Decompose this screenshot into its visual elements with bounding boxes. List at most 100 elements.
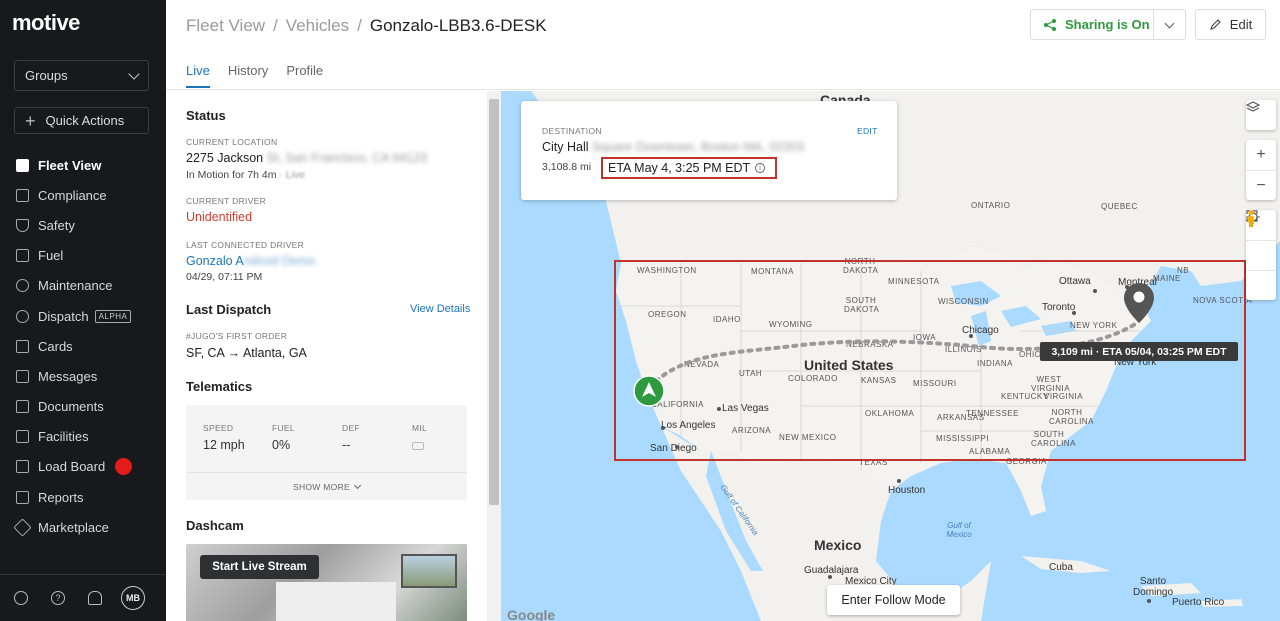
sidebar-item-label: Dispatch xyxy=(38,308,89,324)
eta-tooltip: 3,109 mi · ETA 05/04, 03:25 PM EDT xyxy=(1040,342,1238,361)
quick-actions-label: Quick Actions xyxy=(45,113,125,128)
current-location-label: CURRENT LOCATION xyxy=(186,137,278,147)
sidebar-item-label: Fleet View xyxy=(38,157,102,173)
notification-dot xyxy=(115,458,133,476)
sidebar-item-label: Fuel xyxy=(38,248,64,264)
enter-follow-mode-button[interactable]: Enter Follow Mode xyxy=(827,585,960,615)
page-title: Gonzalo-LBB3.6-DESK xyxy=(369,16,547,35)
help-icon[interactable]: ? xyxy=(51,591,65,605)
sidebar-item-label: Maintenance xyxy=(38,278,113,294)
sharing-dropdown[interactable] xyxy=(1153,10,1185,39)
load-board-icon xyxy=(16,460,29,474)
sidebar-item-messages[interactable]: Messages xyxy=(0,361,166,391)
last-driver-name: Gonzalo A xyxy=(186,254,244,268)
current-location-text: 2275 Jackson xyxy=(186,151,264,165)
document-icon xyxy=(16,188,29,202)
tab-history[interactable]: History xyxy=(228,63,268,88)
destination-address: City Hall Square Downtown, Boston MA, 02… xyxy=(542,140,804,154)
map-label-quebec: QUEBEC xyxy=(1101,202,1138,211)
tab-profile[interactable]: Profile xyxy=(286,63,323,88)
sidebar-item-reports[interactable]: Reports xyxy=(0,482,166,512)
current-driver-label: CURRENT DRIVER xyxy=(186,196,267,206)
sidebar-item-documents[interactable]: Documents xyxy=(0,392,166,422)
panel-scrollbar[interactable] xyxy=(487,91,501,621)
groups-dropdown[interactable]: Groups xyxy=(14,60,149,91)
mil-label: MIL xyxy=(412,423,428,433)
scrollbar-thumb[interactable] xyxy=(489,99,499,505)
tab-live[interactable]: Live xyxy=(186,63,210,88)
status-title: Status xyxy=(186,108,226,123)
alpha-badge: ALPHA xyxy=(94,309,132,323)
sharing-button[interactable]: Sharing is On xyxy=(1030,9,1186,40)
motion-extra: · Live xyxy=(279,169,306,181)
motive-logo[interactable]: motive xyxy=(12,10,80,36)
view-details-link[interactable]: View Details xyxy=(410,303,470,315)
chevron-down-icon xyxy=(1164,18,1175,28)
sidebar-item-label: Load Board xyxy=(38,459,106,475)
map[interactable]: Canada ONTARIO QUEBEC WASHINGTON MONTANA… xyxy=(501,91,1280,621)
view-controls xyxy=(1246,210,1276,300)
layers-control[interactable] xyxy=(1246,100,1276,130)
sidebar-item-facilities[interactable]: Facilities xyxy=(0,422,166,452)
dashcam-preview: Start Live Stream xyxy=(186,544,467,621)
sidebar-item-label: Facilities xyxy=(38,429,89,445)
sidebar-footer: ? MB xyxy=(0,574,166,621)
sidebar-item-dispatch[interactable]: Dispatch ALPHA xyxy=(0,301,166,331)
edit-label: Edit xyxy=(1229,17,1253,32)
breadcrumb: Fleet View / Vehicles / Gonzalo-LBB3.6-D… xyxy=(186,16,547,36)
telematics-box: SPEED 12 mph FUEL 0% DEF -- MIL SHOW MORE xyxy=(186,405,467,500)
map-label-santo-domingo: Santo Domingo xyxy=(1133,576,1174,598)
current-location: 2275 Jackson St, San Francisco, CA 94123 xyxy=(186,151,427,165)
sidebar-item-label: Reports xyxy=(38,489,84,505)
last-driver-link[interactable]: Gonzalo Android Demo xyxy=(186,254,315,268)
info-icon[interactable]: i xyxy=(755,163,765,173)
destination-edit-link[interactable]: EDIT xyxy=(857,126,878,136)
edit-button[interactable]: Edit xyxy=(1195,9,1266,40)
sidebar-item-marketplace[interactable]: Marketplace xyxy=(0,512,166,542)
sidebar-item-label: Cards xyxy=(38,338,73,354)
zoom-in-icon[interactable]: + xyxy=(1246,140,1276,170)
map-label-gulf-of-mexico: Gulf of Mexico xyxy=(946,521,972,539)
def-label: DEF xyxy=(342,423,360,433)
order-label: #JUGO'S FIRST ORDER xyxy=(186,331,288,341)
user-admin-icon[interactable] xyxy=(14,591,28,605)
telematics-mil: MIL xyxy=(412,423,427,450)
avatar[interactable]: MB xyxy=(121,586,145,610)
telematics-title: Telematics xyxy=(186,379,253,394)
sidebar-item-safety[interactable]: Safety xyxy=(0,210,166,240)
locate-icon[interactable] xyxy=(1246,210,1276,270)
sidebar-item-compliance[interactable]: Compliance xyxy=(0,180,166,210)
dispatch-route: SF, CA → Atlanta, GA xyxy=(186,346,307,360)
map-label-mexico: Mexico xyxy=(814,537,862,553)
wrench-icon xyxy=(16,279,29,293)
layers-icon[interactable] xyxy=(1246,100,1276,130)
sidebar-item-maintenance[interactable]: Maintenance xyxy=(0,271,166,301)
sidebar-item-fleet-view[interactable]: Fleet View xyxy=(0,150,166,180)
last-driver-time: 04/29, 07:11 PM xyxy=(186,271,263,283)
sidebar-item-cards[interactable]: Cards xyxy=(0,331,166,361)
map-icon xyxy=(16,158,29,172)
bell-icon[interactable] xyxy=(88,591,102,605)
last-driver-blurred: ndroid Demo xyxy=(243,254,316,268)
reports-icon xyxy=(16,490,29,504)
sharing-label: Sharing is On xyxy=(1065,17,1150,32)
breadcrumb-vehicles[interactable]: Vehicles xyxy=(286,16,349,36)
quick-actions-button[interactable]: + Quick Actions xyxy=(14,107,149,134)
start-live-stream-button[interactable]: Start Live Stream xyxy=(200,555,319,579)
street-view-pegman-icon[interactable] xyxy=(1246,210,1276,300)
map-label-houston: Houston xyxy=(888,485,926,496)
destination-blurred: Square Downtown, Boston MA, 02203 xyxy=(592,140,804,154)
breadcrumb-fleet-view[interactable]: Fleet View xyxy=(186,16,265,36)
sidebar-item-load-board[interactable]: Load Board xyxy=(0,452,166,482)
sidebar-item-fuel[interactable]: Fuel xyxy=(0,241,166,271)
sidebar-item-label: Documents xyxy=(38,399,104,415)
show-more-button[interactable]: SHOW MORE xyxy=(186,472,467,500)
destination-distance: 3,108.8 mi xyxy=(542,161,592,173)
building-icon xyxy=(16,430,29,444)
zoom-control: + − xyxy=(1246,140,1276,200)
sidebar-item-label: Messages xyxy=(38,368,98,384)
breadcrumb-separator: / xyxy=(357,16,362,35)
chevron-down-icon xyxy=(128,67,140,80)
engine-light-icon xyxy=(412,442,424,450)
zoom-out-icon[interactable]: − xyxy=(1246,170,1276,200)
